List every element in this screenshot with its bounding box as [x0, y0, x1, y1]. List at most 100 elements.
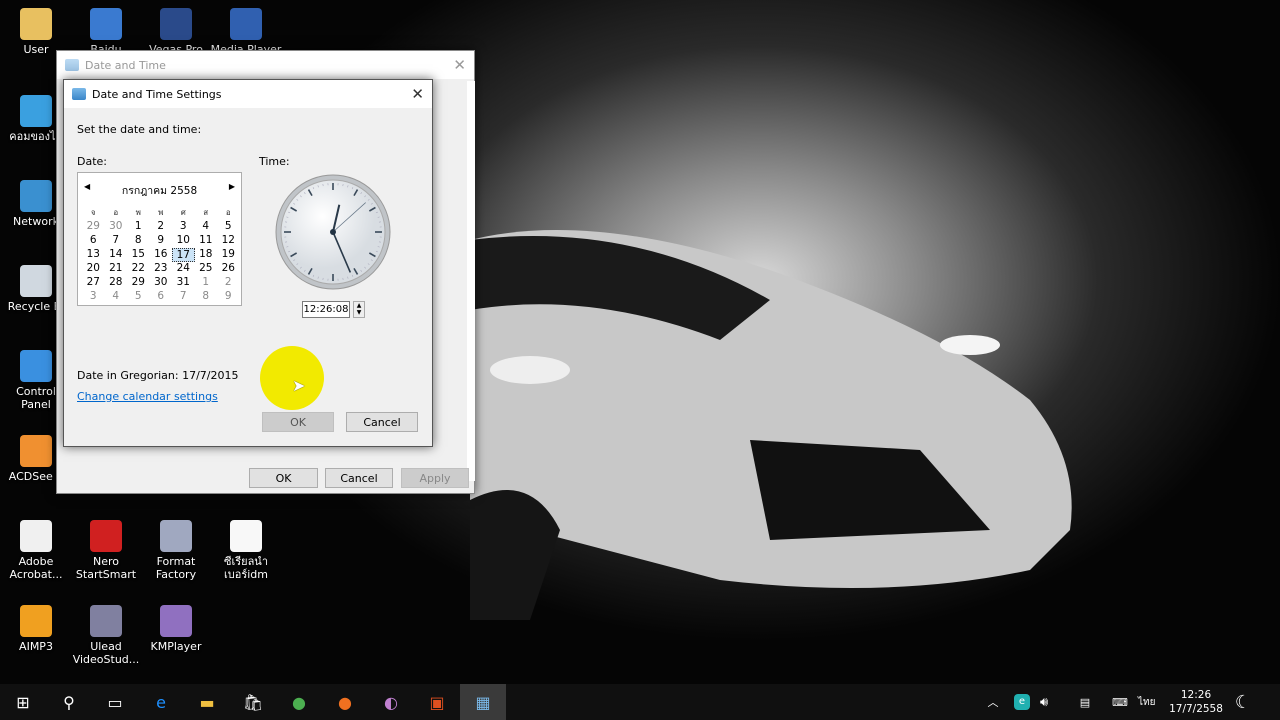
calendar-day[interactable]: 24	[172, 262, 195, 276]
change-calendar-settings-link[interactable]: Change calendar settings	[77, 390, 218, 403]
desktop-icon[interactable]: Nero StartSmart	[70, 520, 142, 581]
close-icon[interactable]: ✕	[411, 85, 424, 103]
calendar-day[interactable]: 2	[150, 220, 173, 234]
calendar-day[interactable]: 5	[217, 220, 240, 234]
calendar-day[interactable]: 8	[195, 290, 218, 304]
wallpaper-car	[470, 230, 1072, 620]
calendar[interactable]: ◀ กรกฎาคม 2558 ▶ จอพพศสอ 29 30 1 2 3 4 5 6 7 8 9 10 1…	[77, 172, 242, 306]
time-spinner[interactable]: ▲ ▼	[353, 301, 365, 318]
ok-button[interactable]: OK	[262, 412, 334, 432]
desktop-icon-label: AIMP3	[19, 640, 53, 653]
calendar-day[interactable]: 16	[150, 248, 173, 262]
firefox-icon[interactable]: ●	[322, 684, 368, 720]
calendar-day[interactable]: 1	[127, 220, 150, 234]
calendar-day[interactable]: 30	[150, 276, 173, 290]
store-icon[interactable]: 🛍︎	[230, 684, 276, 720]
desktop-icon[interactable]: Baidu	[70, 8, 142, 56]
app-icon	[160, 8, 192, 40]
calendar-day[interactable]: 7	[105, 234, 128, 248]
baidu-icon[interactable]: ◐	[368, 684, 414, 720]
calendar-day[interactable]: 25	[195, 262, 218, 276]
desktop-icon[interactable]: ซีเรียลนำเบอร์idm	[210, 520, 282, 581]
cancel-button[interactable]: Cancel	[346, 412, 418, 432]
ok-button[interactable]: OK	[249, 468, 318, 488]
calendar-day[interactable]: 17	[172, 248, 195, 262]
calendar-day[interactable]: 8	[127, 234, 150, 248]
start-icon[interactable]: ⊞	[0, 684, 46, 720]
desktop-icon[interactable]: Ulead VideoStud...	[70, 605, 142, 666]
calendar-day[interactable]: 12	[217, 234, 240, 248]
app-icon	[20, 605, 52, 637]
calendar-day[interactable]: 22	[127, 262, 150, 276]
calendar-day[interactable]: 27	[82, 276, 105, 290]
task-view-icon[interactable]: ▭	[92, 684, 138, 720]
calendar-day[interactable]: 5	[127, 290, 150, 304]
search-icon[interactable]: ⚲	[46, 684, 92, 720]
notification-icon[interactable]: ▤	[1068, 696, 1102, 709]
clock[interactable]: 12:26 17/7/2558	[1166, 688, 1226, 716]
office-icon[interactable]: ▣	[414, 684, 460, 720]
calendar-day[interactable]: 10	[172, 234, 195, 248]
date-time-icon	[72, 88, 86, 100]
desktop-icon[interactable]: Media Player	[210, 8, 282, 56]
next-month-button[interactable]: ▶	[229, 182, 235, 191]
app-icon	[20, 435, 52, 467]
calendar-day[interactable]: 4	[105, 290, 128, 304]
desktop-icon-label: Ulead VideoStud...	[72, 640, 140, 666]
desktop-icon[interactable]: AIMP3	[0, 605, 72, 653]
date-time-icon	[65, 59, 79, 71]
calendar-day[interactable]: 20	[82, 262, 105, 276]
calendar-day[interactable]: 4	[195, 220, 218, 234]
calendar-day[interactable]: 21	[105, 262, 128, 276]
calendar-day[interactable]: 9	[217, 290, 240, 304]
desktop-icon[interactable]: Adobe Acrobat...	[0, 520, 72, 581]
calendar-day[interactable]: 19	[217, 248, 240, 262]
calendar-day[interactable]: 6	[150, 290, 173, 304]
calendar-day[interactable]: 9	[150, 234, 173, 248]
calendar-day[interactable]: 26	[217, 262, 240, 276]
calendar-day[interactable]: 18	[195, 248, 218, 262]
desktop-icon[interactable]: Vegas Pro	[140, 8, 212, 56]
show-hidden-icons[interactable]: ︿	[982, 694, 1004, 710]
calendar-day[interactable]: 3	[172, 220, 195, 234]
calendar-day[interactable]: 14	[105, 248, 128, 262]
language-indicator[interactable]: ไทย	[1138, 695, 1166, 710]
app-icon	[20, 180, 52, 212]
edge-icon[interactable]: e	[138, 684, 184, 720]
file-explorer-icon[interactable]: ▬	[184, 684, 230, 720]
apply-button[interactable]: Apply	[401, 468, 469, 488]
calendar-day[interactable]: 31	[172, 276, 195, 290]
calendar-day[interactable]: 6	[82, 234, 105, 248]
eset-icon[interactable]: e	[1014, 694, 1030, 710]
keyboard-icon[interactable]: ⌨	[1102, 696, 1138, 709]
desktop-icon-label: ซีเรียลนำเบอร์idm	[223, 555, 269, 581]
calendar-day[interactable]: 11	[195, 234, 218, 248]
date-time-icon[interactable]: ▦	[460, 684, 506, 720]
desktop-icon[interactable]: KMPlayer	[140, 605, 212, 653]
dialog-title: Date and Time Settings	[92, 87, 222, 101]
calendar-day[interactable]: 29	[127, 276, 150, 290]
calendar-day[interactable]: 15	[127, 248, 150, 262]
calendar-day[interactable]: 30	[105, 220, 128, 234]
weekday-header: อ	[225, 208, 231, 217]
calendar-day[interactable]: 2	[217, 276, 240, 290]
calendar-day[interactable]: 28	[105, 276, 128, 290]
desktop-icon[interactable]: User	[0, 8, 72, 56]
calendar-day[interactable]: 3	[82, 290, 105, 304]
chrome-icon[interactable]: ●	[276, 684, 322, 720]
calendar-day[interactable]: 13	[82, 248, 105, 262]
time-input[interactable]: 12:26:08	[302, 301, 350, 318]
month-year-label[interactable]: กรกฎาคม 2558	[78, 182, 241, 199]
cancel-button[interactable]: Cancel	[325, 468, 393, 488]
calendar-day[interactable]: 29	[82, 220, 105, 234]
volume-icon[interactable]: 🔊︎	[1040, 695, 1068, 710]
calendar-day[interactable]: 7	[172, 290, 195, 304]
close-icon[interactable]: ✕	[453, 56, 466, 74]
calendar-day[interactable]: 23	[150, 262, 173, 276]
weekday-header: พ	[158, 208, 164, 217]
desktop-icon[interactable]: Format Factory	[140, 520, 212, 581]
app-icon	[160, 605, 192, 637]
time-label: Time:	[259, 155, 290, 168]
calendar-day[interactable]: 1	[195, 276, 218, 290]
action-center-icon[interactable]: ☾	[1226, 692, 1260, 713]
